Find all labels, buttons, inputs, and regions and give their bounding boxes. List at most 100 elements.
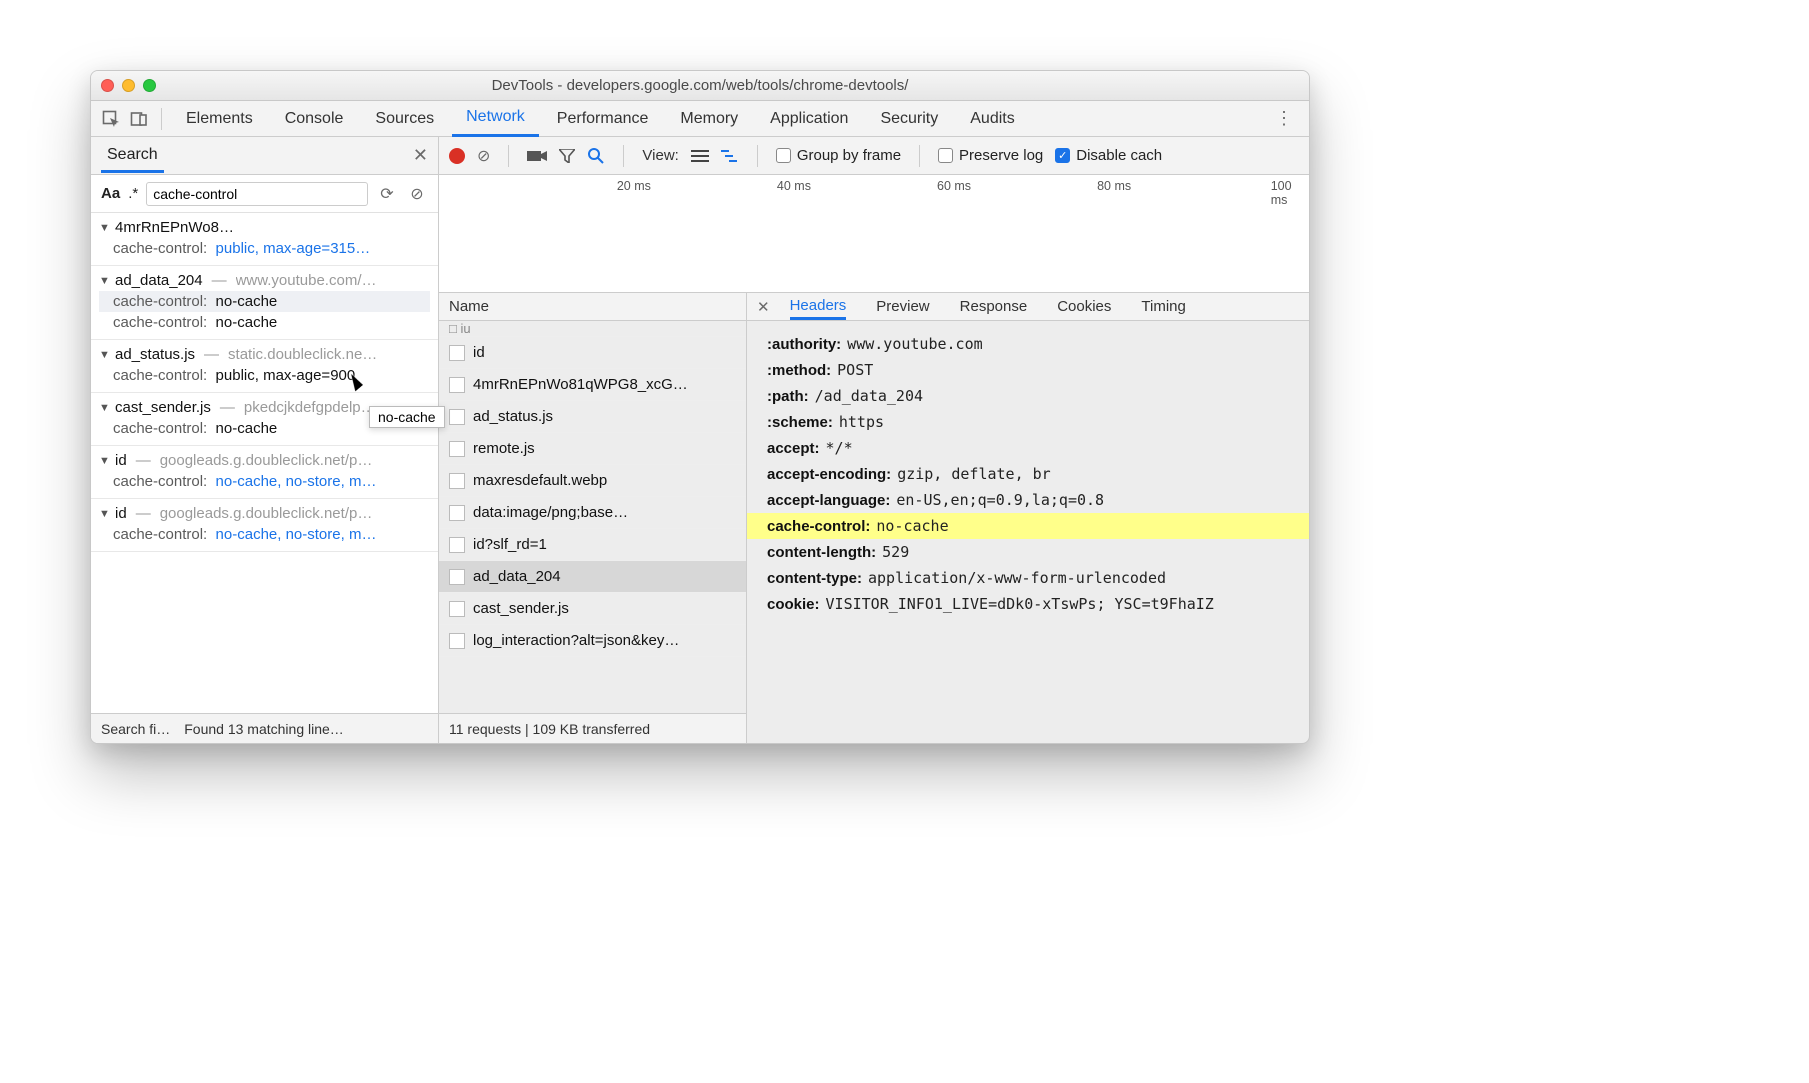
request-detail: ✕ Headers Preview Response Cookies Timing :a… <box>747 293 1309 743</box>
request-row[interactable]: ad_status.js <box>439 401 746 433</box>
refresh-icon[interactable]: ⟳ <box>376 184 398 204</box>
search-result-group: ▼4mrRnEPnWo81qWPG8_xcGP85HC…cache-contro… <box>91 213 438 266</box>
panel-tab-network[interactable]: Network <box>452 101 539 137</box>
search-input[interactable] <box>146 182 368 206</box>
search-result-line[interactable]: cache-control: no-cache, no-store, m… <box>99 471 430 492</box>
panel-tab-elements[interactable]: Elements <box>172 101 267 137</box>
search-result-line[interactable]: cache-control: public, max-age=900 <box>99 365 430 386</box>
regex-toggle[interactable]: .* <box>128 185 138 202</box>
search-tab-label[interactable]: Search <box>101 146 164 173</box>
panel-tab-memory[interactable]: Memory <box>666 101 752 137</box>
detail-tab-timing[interactable]: Timing <box>1141 295 1185 318</box>
detail-tabs: ✕ Headers Preview Response Cookies Timing <box>747 293 1309 321</box>
search-result-line[interactable]: cache-control: no-cache, no-store, m… <box>99 524 430 545</box>
request-row[interactable]: log_interaction?alt=json&key… <box>439 625 746 657</box>
search-result-line[interactable]: cache-control: public, max-age=315… <box>99 238 430 259</box>
request-row[interactable]: 4mrRnEPnWo81qWPG8_xcG… <box>439 369 746 401</box>
search-result-line[interactable]: cache-control: no-cache <box>99 291 430 312</box>
detail-tab-headers[interactable]: Headers <box>790 294 847 320</box>
search-result-file[interactable]: ▼ad_status.js—static.doubleclick.ne… <box>99 344 430 365</box>
device-toolbar-icon[interactable] <box>127 107 151 131</box>
timeline-tick: 20 ms <box>617 179 651 193</box>
window-title: DevTools - developers.google.com/web/too… <box>91 77 1309 94</box>
search-result-group: ▼ad_data_204—www.youtube.com/…cache-cont… <box>91 266 438 340</box>
close-icon[interactable]: ✕ <box>413 145 428 166</box>
request-row[interactable]: data:image/png;base… <box>439 497 746 529</box>
file-type-icon <box>449 441 465 457</box>
header-row[interactable]: cookie:VISITOR_INFO1_LIVE=dDk0-xTswPs; Y… <box>767 591 1289 617</box>
more-options-icon[interactable]: ⋮ <box>1267 108 1301 129</box>
search-footer: Search fi… Found 13 matching line… <box>91 713 438 743</box>
search-icon[interactable] <box>587 147 605 165</box>
search-result-file[interactable]: ▼id—googleads.g.doubleclick.net/p… <box>99 503 430 524</box>
request-row-partial: □ iu <box>439 321 746 337</box>
search-toolbar: Aa .* ⟳ ⊘ <box>91 175 438 213</box>
file-type-icon <box>449 377 465 393</box>
detail-tab-preview[interactable]: Preview <box>876 295 929 318</box>
header-row[interactable]: cache-control:no-cache <box>747 513 1309 539</box>
timeline-tick: 100 ms <box>1271 179 1292 207</box>
timeline-tick: 80 ms <box>1097 179 1131 193</box>
request-row[interactable]: id <box>439 337 746 369</box>
file-type-icon <box>449 505 465 521</box>
file-type-icon <box>449 569 465 585</box>
clear-icon[interactable]: ⊘ <box>406 184 428 204</box>
panel-tab-performance[interactable]: Performance <box>543 101 663 137</box>
search-result-file[interactable]: ▼ad_data_204—www.youtube.com/… <box>99 270 430 291</box>
close-detail-icon[interactable]: ✕ <box>753 298 774 316</box>
inspect-element-icon[interactable] <box>99 107 123 131</box>
header-row[interactable]: :path:/ad_data_204 <box>767 383 1289 409</box>
panel-tab-console[interactable]: Console <box>271 101 358 137</box>
panel-tab-security[interactable]: Security <box>866 101 952 137</box>
detail-tab-cookies[interactable]: Cookies <box>1057 295 1111 318</box>
request-row[interactable]: ad_data_204 <box>439 561 746 593</box>
panel-tabs: ElementsConsoleSourcesNetworkPerformance… <box>91 101 1309 137</box>
detail-tab-response[interactable]: Response <box>960 295 1028 318</box>
request-row[interactable]: maxresdefault.webp <box>439 465 746 497</box>
request-row[interactable]: remote.js <box>439 433 746 465</box>
network-panel: ⊘ View: Grou <box>439 137 1309 743</box>
header-row[interactable]: :scheme:https <box>767 409 1289 435</box>
search-result-group: ▼cast_sender.js—pkedcjkdefgpdelp…cache-c… <box>91 393 438 446</box>
filter-icon[interactable] <box>559 149 575 163</box>
panel-tab-sources[interactable]: Sources <box>361 101 448 137</box>
match-case-toggle[interactable]: Aa <box>101 185 120 202</box>
search-result-file[interactable]: ▼id—googleads.g.doubleclick.net/p… <box>99 450 430 471</box>
search-result-line[interactable]: cache-control: no-cache <box>99 418 430 439</box>
network-toolbar: ⊘ View: Grou <box>439 137 1309 175</box>
view-waterfall-icon[interactable] <box>721 149 739 163</box>
request-row[interactable]: cast_sender.js <box>439 593 746 625</box>
header-row[interactable]: content-length:529 <box>767 539 1289 565</box>
group-by-frame-checkbox[interactable]: Group by frame <box>776 147 901 164</box>
search-result-file[interactable]: ▼cast_sender.js—pkedcjkdefgpdelp… <box>99 397 430 418</box>
timeline-tick: 40 ms <box>777 179 811 193</box>
header-row[interactable]: content-type:application/x-www-form-urle… <box>767 565 1289 591</box>
header-row[interactable]: :authority:www.youtube.com <box>767 331 1289 357</box>
header-row[interactable]: accept:*/* <box>767 435 1289 461</box>
header-row[interactable]: :method:POST <box>767 357 1289 383</box>
disable-cache-checkbox[interactable]: ✓Disable cach <box>1055 147 1162 164</box>
search-result-line[interactable]: cache-control: no-cache <box>99 312 430 333</box>
file-type-icon <box>449 601 465 617</box>
header-row[interactable]: accept-encoding:gzip, deflate, br <box>767 461 1289 487</box>
view-label: View: <box>642 147 678 164</box>
view-list-icon[interactable] <box>691 149 709 163</box>
search-result-file[interactable]: ▼4mrRnEPnWo81qWPG8_xcGP85HC… <box>99 217 430 238</box>
panel-tab-audits[interactable]: Audits <box>956 101 1028 137</box>
network-timeline[interactable]: 20 ms40 ms60 ms80 ms100 ms <box>439 175 1309 293</box>
devtools-window: DevTools - developers.google.com/web/too… <box>90 70 1310 744</box>
header-row[interactable]: accept-language:en-US,en;q=0.9,la;q=0.8 <box>767 487 1289 513</box>
request-row[interactable]: id?slf_rd=1 <box>439 529 746 561</box>
panel-tab-application[interactable]: Application <box>756 101 862 137</box>
record-button[interactable] <box>449 148 465 164</box>
search-result-group: ▼id—googleads.g.doubleclick.net/p…cache-… <box>91 446 438 499</box>
file-type-icon <box>449 345 465 361</box>
file-type-icon <box>449 409 465 425</box>
search-sidebar: Search ✕ Aa .* ⟳ ⊘ ▼4mrRnEPnWo81qWPG8_xc… <box>91 137 439 743</box>
request-list-footer: 11 requests | 109 KB transferred <box>439 713 746 743</box>
preserve-log-checkbox[interactable]: Preserve log <box>938 147 1043 164</box>
screenshots-icon[interactable] <box>527 149 547 163</box>
file-type-icon <box>449 537 465 553</box>
clear-button[interactable]: ⊘ <box>477 146 490 166</box>
request-list-header[interactable]: Name <box>439 293 746 321</box>
